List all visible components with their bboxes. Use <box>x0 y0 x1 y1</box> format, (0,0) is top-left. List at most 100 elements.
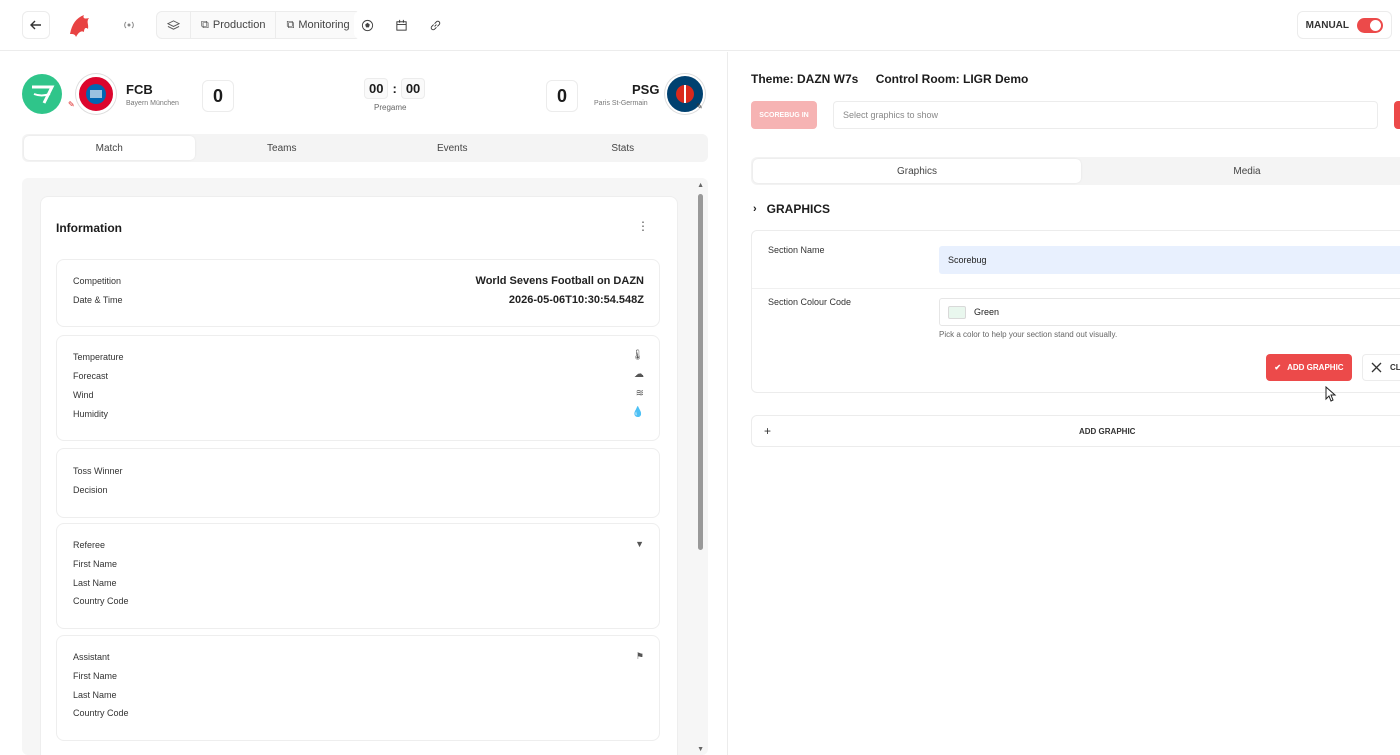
toss-card: Toss Winner Decision <box>56 448 660 518</box>
w7-logo-icon <box>32 85 55 104</box>
datetime-value[interactable]: 2026-05-06T10:30:54.548Z <box>509 294 644 306</box>
close-button[interactable]: CLO <box>1362 354 1400 381</box>
check-icon: ✔ <box>1274 363 1282 372</box>
away-team-code: PSG <box>632 82 660 97</box>
match-status: Pregame <box>374 103 407 112</box>
humidity-label: Humidity <box>73 409 109 419</box>
link-icon <box>430 20 440 30</box>
arrow-left-icon <box>30 20 41 30</box>
thermometer-icon[interactable]: 🌡 <box>631 350 644 361</box>
wind-icon[interactable]: ≋ <box>636 388 644 399</box>
match-panel: ✎ FCB Bayern München 0 00 : 00 Pregame 0… <box>0 52 728 755</box>
graphics-heading: GRAPHICS <box>766 202 831 216</box>
datetime-label: Date & Time <box>73 295 123 305</box>
flag-icon[interactable]: ⚑ <box>636 651 644 662</box>
manual-toggle[interactable] <box>1357 17 1383 33</box>
manual-toggle-wrap: MANUAL <box>1296 11 1392 39</box>
tab-graphics[interactable]: Graphics <box>753 159 1081 183</box>
control-room-text: Control Room: LIGR Demo <box>875 72 1029 86</box>
section-name-label: Section Name <box>768 245 825 255</box>
signal-icon <box>124 21 134 29</box>
graphics-section-header[interactable]: › GRAPHICS <box>753 202 830 216</box>
tab-match[interactable]: Match <box>24 136 195 160</box>
home-edit-icon[interactable]: ✎ <box>68 100 75 109</box>
calendar-button[interactable] <box>388 11 414 39</box>
information-title: Information <box>56 221 122 235</box>
match-tabs: Match Teams Events Stats <box>22 134 708 162</box>
clock-minutes: 00 <box>364 78 389 99</box>
assistant-first-name-label: First Name <box>73 671 118 681</box>
bayern-crest-icon <box>86 84 106 104</box>
tab-events[interactable]: Events <box>367 134 538 162</box>
home-team-code: FCB <box>126 82 153 97</box>
clock-separator: : <box>392 81 397 96</box>
scroll-up-icon[interactable]: ▲ <box>697 182 704 189</box>
section-name-input[interactable]: Scorebug <box>939 246 1400 274</box>
match-clock[interactable]: 00 : 00 <box>364 78 426 99</box>
decision-label: Decision <box>73 485 108 495</box>
referee-label: Referee <box>73 540 106 550</box>
link-button[interactable] <box>422 11 448 39</box>
assistant-last-name-label: Last Name <box>73 690 117 700</box>
wind-label: Wind <box>73 390 94 400</box>
forecast-label: Forecast <box>73 371 109 381</box>
section-colour-select[interactable]: Green <box>939 298 1400 326</box>
droplets-icon[interactable]: 💧 <box>632 407 644 418</box>
colour-helper-text: Pick a color to help your section stand … <box>939 330 1118 339</box>
close-button-label: CLO <box>1390 363 1400 372</box>
add-graphic-bar[interactable]: + ADD GRAPHIC <box>751 415 1400 447</box>
away-score[interactable]: 0 <box>546 80 578 112</box>
colour-swatch <box>948 305 966 319</box>
toss-winner-label: Toss Winner <box>73 466 123 476</box>
form-divider <box>752 288 1400 289</box>
production-tab[interactable]: ⧉ Production <box>191 12 277 38</box>
graphics-panel: Theme: DAZN W7s Control Room: LIGR Demo … <box>729 52 1400 755</box>
more-options-icon[interactable]: ⋮ <box>637 219 649 233</box>
copy-icon: ⧉ <box>201 18 209 31</box>
home-team-name: Bayern München <box>126 100 179 107</box>
competition-label: Competition <box>73 276 122 286</box>
graphics-tabs: Graphics Media <box>751 157 1400 185</box>
tab-teams[interactable]: Teams <box>197 134 368 162</box>
referee-last-name-label: Last Name <box>73 578 117 588</box>
scroll-down-icon[interactable]: ▼ <box>697 746 704 753</box>
cloud-icon[interactable]: ☁ <box>634 369 644 380</box>
add-graphic-button-label: ADD GRAPHIC <box>1287 363 1344 372</box>
calendar-icon <box>395 19 407 31</box>
scorebug-in-button[interactable]: SCOREBUG IN <box>751 101 817 129</box>
mode-switcher: ⧉ Production ⧉ Monitoring <box>156 11 361 39</box>
layers-button[interactable] <box>157 12 191 38</box>
referee-first-name-label: First Name <box>73 559 118 569</box>
competition-card: Competition World Sevens Football on DAZ… <box>56 259 660 327</box>
away-edit-icon[interactable]: ✎ <box>696 102 703 111</box>
broadcast-button[interactable] <box>116 11 142 39</box>
home-team-logo[interactable] <box>76 74 116 114</box>
monitoring-label: Monitoring <box>298 19 350 31</box>
plus-icon: + <box>764 424 772 438</box>
add-graphic-button[interactable]: ✔ ADD GRAPHIC <box>1266 354 1352 381</box>
show-graphics-button[interactable] <box>1394 101 1400 129</box>
back-button[interactable] <box>22 11 50 39</box>
clock-seconds: 00 <box>400 78 426 99</box>
scrollbar-thumb[interactable] <box>698 194 703 550</box>
home-score[interactable]: 0 <box>202 80 234 112</box>
layers-icon <box>167 19 180 30</box>
weather-card: Temperature 🌡 Forecast ☁ Wind ≋ Humidity… <box>56 335 660 441</box>
tab-media[interactable]: Media <box>1083 157 1400 185</box>
competition-value[interactable]: World Sevens Football on DAZN <box>476 275 644 287</box>
monitoring-tab[interactable]: ⧉ Monitoring <box>276 12 359 38</box>
close-icon <box>1371 362 1382 373</box>
theme-text: Theme: DAZN W7s <box>751 72 859 86</box>
tab-stats[interactable]: Stats <box>538 134 709 162</box>
whistle-icon[interactable]: ▼ <box>635 539 644 549</box>
add-graphic-bar-label: ADD GRAPHIC <box>1079 426 1136 436</box>
section-colour-value: Green <box>974 307 1000 317</box>
ball-button[interactable] <box>354 11 380 39</box>
assistant-card: Assistant ⚑ First Name Last Name Country… <box>56 635 660 741</box>
referee-country-code-label: Country Code <box>73 596 129 606</box>
select-graphics-input[interactable]: Select graphics to show <box>833 101 1378 129</box>
away-team-name: Paris St-Germain <box>594 100 648 107</box>
chevron-right-icon: › <box>753 203 757 215</box>
manual-label: MANUAL <box>1305 19 1349 31</box>
mouse-cursor-icon <box>1325 386 1337 402</box>
